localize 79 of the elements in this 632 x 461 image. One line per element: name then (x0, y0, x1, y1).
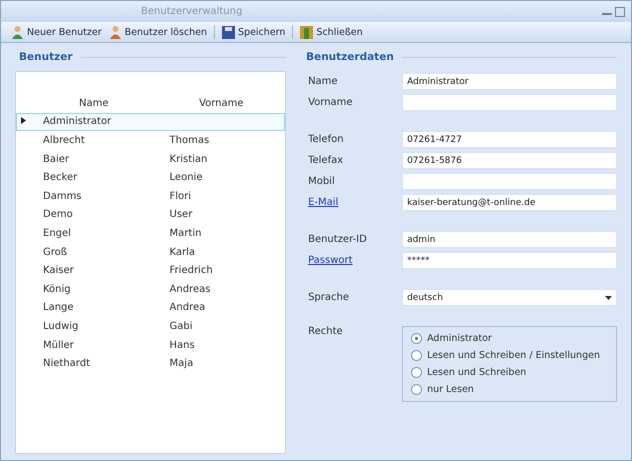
table-cell-text: Administrator (42, 116, 112, 128)
table-cell-text: König (42, 284, 72, 295)
table-cell-text: Martin (168, 228, 202, 239)
window-title: Benutzerverwaltung (141, 6, 242, 17)
input-field[interactable]: kaiser-beratung@t-online.de (402, 194, 617, 211)
field-label: Vorname (308, 97, 354, 108)
radio-option[interactable]: Lesen und Schreiben (411, 367, 608, 378)
table-cell-text: User (168, 209, 194, 220)
list-row[interactable]: Engel Martin (16, 224, 286, 243)
table-cell-text: Demo (42, 209, 74, 220)
table-cell-text: Hans (168, 340, 196, 351)
row-pointer-icon (21, 117, 26, 124)
table-cell-text: Albrecht (42, 134, 86, 146)
maximize-icon[interactable] (615, 6, 625, 16)
radio-option[interactable]: Administrator (411, 333, 608, 344)
list-row[interactable]: Lange Andrea (16, 298, 286, 318)
list-row[interactable]: Niethardt Maja (16, 354, 286, 373)
table-cell-text: Flori (168, 190, 192, 202)
list-row[interactable]: Albrecht Thomas (16, 131, 286, 150)
list-row[interactable]: Damms Flori (16, 186, 286, 206)
table-cell-text: Lange (42, 302, 75, 314)
list-row[interactable]: Müller Hans (16, 336, 286, 354)
toolbar-button[interactable]: Neuer Benutzer (9, 25, 104, 39)
input-field[interactable] (402, 94, 617, 111)
table-cell-text: Engel (42, 228, 72, 239)
column-header[interactable]: Vorname (158, 98, 286, 109)
input-field[interactable]: ***** (402, 252, 617, 269)
list-row[interactable]: Kaiser Friedrich (16, 261, 286, 280)
table-cell-text: Müller (42, 340, 75, 351)
list-row[interactable]: König Andreas (16, 280, 286, 299)
table-cell-text: Maja (168, 358, 194, 370)
radio-option[interactable]: nur Lesen (411, 384, 608, 395)
list-row[interactable]: Demo User (16, 206, 286, 224)
table-cell-text: Kaiser (42, 265, 75, 276)
table-cell-text: Andreas (168, 284, 212, 295)
field-link[interactable]: E-Mail (308, 197, 402, 208)
table-cell-text: Baier (42, 154, 70, 165)
field-label: Mobil (308, 176, 336, 187)
table-cell-text: Damms (42, 190, 83, 202)
field-label: Telefax (308, 155, 344, 166)
toolbar-button[interactable]: Benutzer löschen (106, 25, 210, 39)
door-icon (300, 26, 314, 38)
input-field[interactable]: admin (402, 231, 617, 248)
radio-option[interactable]: Lesen und Schreiben / Einstellungen (411, 350, 608, 361)
field-label: Benutzer-ID (308, 234, 368, 245)
table-cell-text: Andrea (168, 302, 206, 314)
list-row[interactable]: Groß Karla (16, 242, 286, 262)
list-row[interactable]: Becker Leonie (16, 168, 286, 187)
table-cell-text: Friedrich (168, 265, 214, 276)
user-icon (11, 25, 24, 39)
table-cell-text: Leonie (168, 172, 204, 184)
field-link[interactable]: Passwort (308, 255, 402, 266)
input-field[interactable]: 07261-4727 (402, 131, 617, 148)
list-row[interactable]: Baier Kristian (16, 150, 286, 168)
field-label: Name (308, 76, 339, 87)
table-cell-text: Ludwig (42, 320, 80, 332)
field-label: Telefon (308, 134, 345, 145)
user-icon (108, 25, 122, 39)
input-field[interactable] (402, 173, 617, 190)
table-cell-text: Groß (42, 246, 68, 258)
section-heading: Benutzer (19, 51, 73, 63)
input-field[interactable]: 07261-5876 (402, 152, 617, 169)
section-heading: Benutzerdaten (306, 51, 394, 63)
table-cell-text: Karla (168, 246, 196, 258)
dropdown-arrow-icon (605, 296, 612, 300)
table-cell-text: Thomas (168, 134, 210, 146)
field-label: Sprache (308, 292, 350, 303)
table-cell-text: Becker (42, 172, 78, 184)
input-field[interactable]: Administrator (402, 73, 617, 90)
table-cell-text: Niethardt (42, 358, 92, 370)
toolbar-button[interactable]: Schließen (298, 26, 365, 38)
field-label: Rechte (308, 326, 344, 337)
list-row[interactable]: Ludwig Gabi (16, 317, 286, 336)
column-header[interactable]: Name (30, 98, 158, 109)
language-dropdown[interactable]: deutsch (402, 289, 617, 306)
table-cell-text: Kristian (168, 154, 208, 165)
toolbar-button[interactable]: Speichern (220, 26, 288, 38)
table-cell-text: Gabi (168, 320, 194, 332)
list-row[interactable]: Administrator (16, 112, 286, 132)
